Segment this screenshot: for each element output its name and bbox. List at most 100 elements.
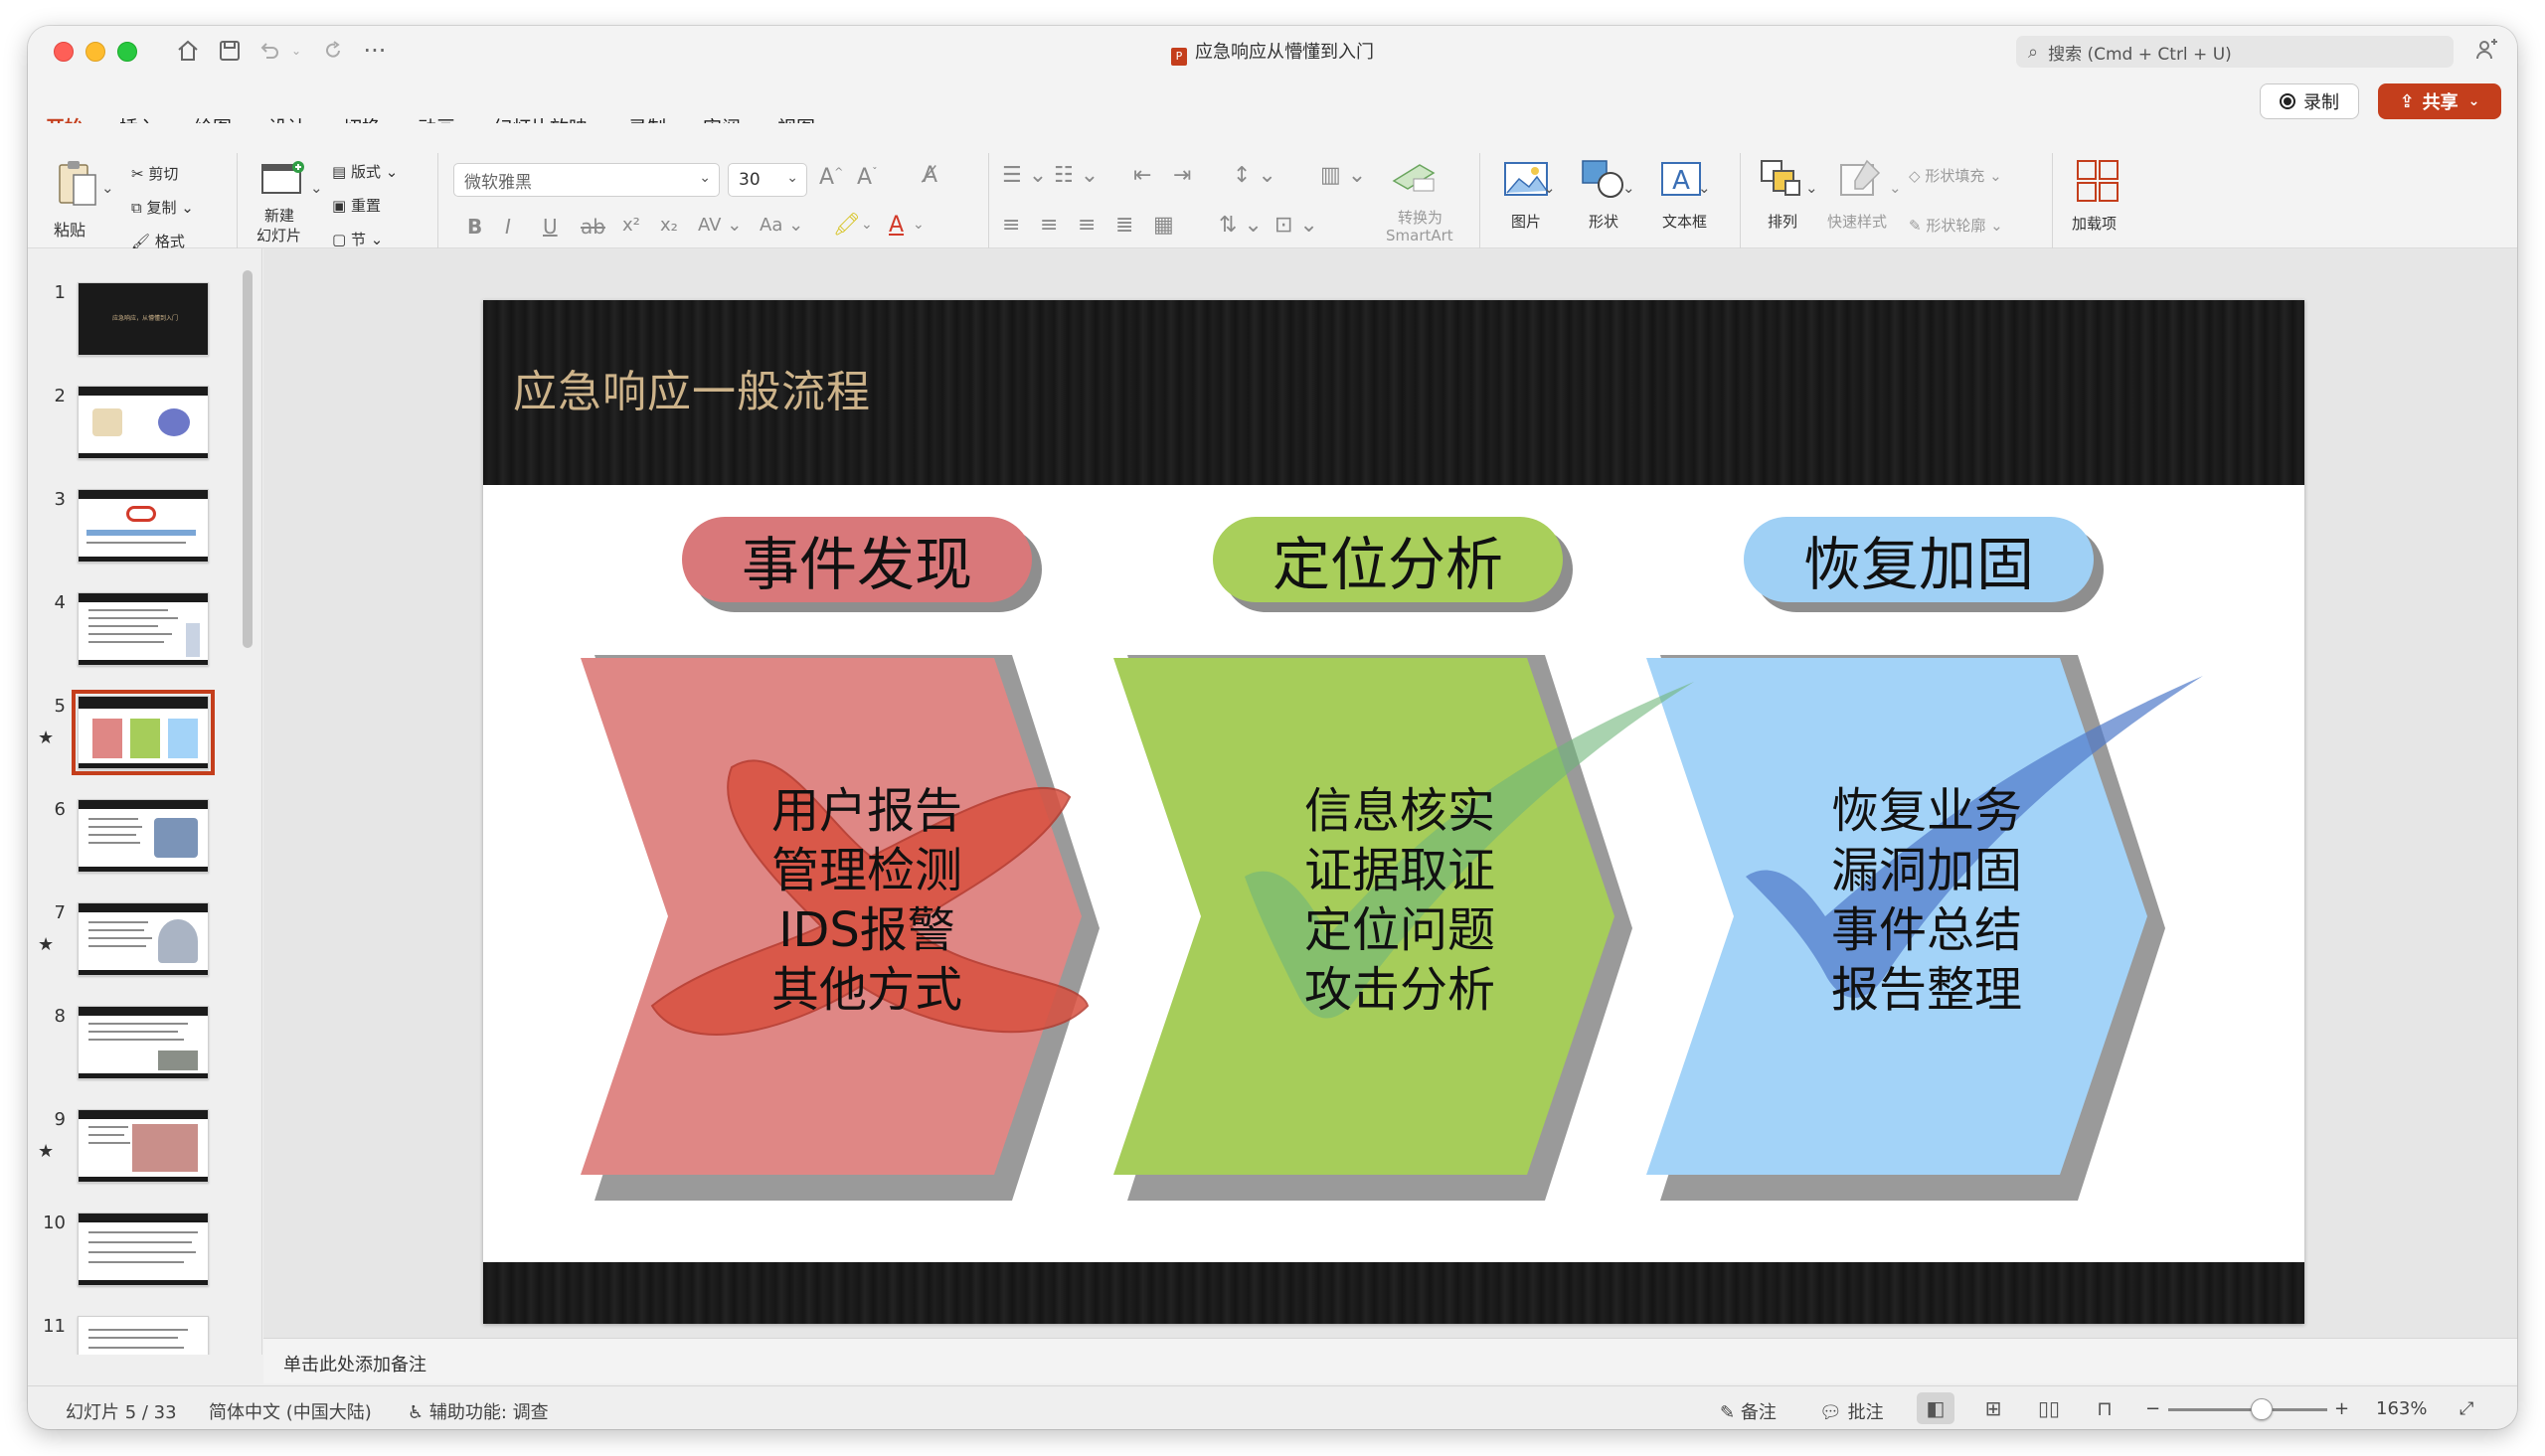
accessibility-button[interactable]: ♿︎ 辅助功能: 调查	[408, 1398, 549, 1424]
fit-to-window-icon[interactable]: ⤢	[2460, 1398, 2473, 1419]
new-slide-chevron-icon[interactable]: ⌄	[310, 179, 323, 197]
shape-button[interactable]: 形状	[1573, 159, 1642, 248]
step-2-pill[interactable]: 定位分析	[1213, 517, 1563, 602]
decrease-font-size-icon[interactable]: Aˇ	[857, 165, 878, 190]
more-icon[interactable]: ···	[360, 36, 390, 66]
paste-chevron-icon[interactable]: ⌄	[101, 179, 114, 197]
slide-thumbnail-9[interactable]	[78, 1109, 209, 1183]
increase-font-size-icon[interactable]: A^	[819, 165, 843, 190]
comments-button[interactable]: 💬︎ 批注	[1819, 1398, 1884, 1424]
normal-view-button[interactable]: ◧	[1917, 1392, 1954, 1424]
zoom-slider-handle[interactable]	[2251, 1398, 2273, 1420]
slide-thumbnail-5[interactable]	[72, 690, 215, 775]
zoom-out-button[interactable]: −	[2145, 1398, 2160, 1419]
arrange-button[interactable]: 排列	[1754, 159, 1813, 248]
record-button[interactable]: 录制	[2260, 83, 2359, 119]
minimize-window-button[interactable]	[85, 42, 105, 62]
paste-button[interactable]: 粘贴	[48, 159, 107, 244]
step-2-items[interactable]: 信息核实 证据取证 定位问题 攻击分析	[1290, 781, 1509, 1020]
notes-toggle-button[interactable]: ✎ 备注	[1720, 1398, 1777, 1424]
reading-view-button[interactable]: ▯▯	[2030, 1392, 2068, 1424]
increase-indent-icon[interactable]: ⇥	[1173, 163, 1191, 188]
slide-thumbnail-7[interactable]	[78, 902, 209, 976]
shape-fill-button[interactable]: ◇ 形状填充 ⌄	[1909, 165, 2002, 186]
step-1-items[interactable]: 用户报告 管理检测 IDS报警 其他方式	[758, 781, 976, 1020]
step-3-items[interactable]: 恢复业务 漏洞加固 事件总结 报告整理	[1817, 781, 2036, 1020]
font-size-select[interactable]: 30 ⌄	[728, 163, 807, 197]
close-window-button[interactable]	[54, 42, 74, 62]
section-button[interactable]: ▢ 节 ⌄	[332, 229, 383, 249]
align-left-icon[interactable]: ≡	[1002, 213, 1020, 238]
step-3-pill[interactable]: 恢复加固	[1744, 517, 2094, 602]
convert-to-smartart-button[interactable]: 转换为 SmartArt	[1372, 159, 1461, 248]
highlight-icon[interactable]: 🖍	[833, 213, 861, 238]
bullets-icon[interactable]: ☰ ⌄	[1002, 163, 1047, 188]
slide-thumbnail-11[interactable]	[78, 1316, 209, 1355]
align-right-icon[interactable]: ≡	[1078, 213, 1096, 238]
picture-chevron-icon[interactable]: ⌄	[1543, 179, 1556, 197]
redo-icon[interactable]	[318, 36, 348, 66]
decrease-indent-icon[interactable]: ⇤	[1133, 163, 1151, 188]
home-icon[interactable]	[173, 36, 203, 66]
character-spacing-icon[interactable]: AV ⌄	[698, 215, 742, 236]
save-icon[interactable]	[215, 36, 245, 66]
numbering-icon[interactable]: ☷ ⌄	[1054, 163, 1099, 188]
shape-chevron-icon[interactable]: ⌄	[1622, 179, 1635, 197]
new-slide-button[interactable]: 新建 幻灯片	[251, 159, 316, 244]
textbox-button[interactable]: A 文本框	[1648, 159, 1728, 248]
columns-icon[interactable]: ▥ ⌄	[1320, 163, 1366, 188]
justify-icon[interactable]: ≣	[1115, 213, 1133, 238]
underline-icon[interactable]: U	[543, 215, 558, 239]
font-color-chevron-icon[interactable]: ⌄	[913, 217, 925, 233]
textbox-chevron-icon[interactable]: ⌄	[1698, 179, 1711, 197]
zoom-in-button[interactable]: +	[2334, 1398, 2349, 1419]
slide-thumbnail-3[interactable]	[78, 489, 209, 563]
share-people-icon[interactable]	[2475, 38, 2499, 68]
align-text-icon[interactable]: ⊡ ⌄	[1274, 213, 1318, 238]
step-1-pill[interactable]: 事件发现	[682, 517, 1032, 602]
line-spacing-icon[interactable]: ↕ ⌄	[1233, 163, 1276, 188]
slide-thumbnail-4[interactable]	[78, 592, 209, 666]
italic-icon[interactable]: I	[505, 215, 511, 239]
slide-thumbnail-6[interactable]	[78, 799, 209, 873]
shape-outline-button[interactable]: ✎ 形状轮廓 ⌄	[1909, 215, 2003, 236]
slide-thumbnail-8[interactable]	[78, 1006, 209, 1079]
slide-thumbnail-2[interactable]	[78, 386, 209, 459]
reset-button[interactable]: ▣ 重置	[332, 195, 381, 216]
zoom-slider-track[interactable]	[2168, 1408, 2327, 1411]
quick-styles-chevron-icon[interactable]: ⌄	[1889, 179, 1902, 197]
text-direction-icon[interactable]: ⇅ ⌄	[1219, 213, 1263, 238]
subscript-icon[interactable]: x₂	[660, 215, 678, 236]
align-center-icon[interactable]: ≡	[1040, 213, 1058, 238]
cut-button[interactable]: ✂ 剪切	[131, 163, 178, 184]
notes-pane[interactable]: 单击此处添加备注	[263, 1338, 2517, 1383]
undo-dropdown-chevron-icon[interactable]: ⌄	[288, 36, 304, 66]
current-slide[interactable]: 应急响应一般流程 事件发现 定位分析 恢复加固 用户报告 管理检测 IDS报警 …	[483, 300, 2304, 1324]
bold-icon[interactable]: B	[467, 215, 482, 239]
font-name-select[interactable]: 微软雅黑 ⌄	[453, 163, 720, 197]
zoom-window-button[interactable]	[117, 42, 137, 62]
layout-button[interactable]: ▤ 版式 ⌄	[332, 161, 398, 182]
addins-button[interactable]: 加载项	[2064, 159, 2133, 248]
highlight-chevron-icon[interactable]: ⌄	[861, 217, 873, 233]
strikethrough-icon[interactable]: ab	[581, 215, 605, 239]
zoom-level[interactable]: 163%	[2376, 1398, 2427, 1419]
language-indicator[interactable]: 简体中文 (中国大陆)	[209, 1398, 372, 1424]
slide-sorter-view-button[interactable]: ⊞	[1974, 1392, 2012, 1424]
picture-button[interactable]: 图片	[1495, 159, 1565, 248]
search-box[interactable]: ⌕ 搜索 (Cmd + Ctrl + U)	[2016, 36, 2454, 68]
quick-styles-button[interactable]: 快速样式	[1825, 159, 1901, 248]
clear-formatting-icon[interactable]: A̸	[923, 163, 937, 188]
superscript-icon[interactable]: x²	[622, 215, 640, 236]
arrange-chevron-icon[interactable]: ⌄	[1805, 179, 1818, 197]
slideshow-view-button[interactable]: ⊓	[2086, 1392, 2123, 1424]
font-color-icon[interactable]: A	[889, 213, 904, 238]
change-case-icon[interactable]: Aa ⌄	[760, 215, 803, 236]
undo-icon[interactable]	[254, 36, 284, 66]
slide-thumbnail-10[interactable]	[78, 1213, 209, 1286]
slide-thumbnail-1[interactable]: 应急响应，从懵懂到入门	[78, 282, 209, 356]
share-button[interactable]: ⇪ 共享 ⌄	[2378, 83, 2501, 119]
copy-button[interactable]: ⧉ 复制 ⌄	[131, 197, 194, 218]
thumbnail-scrollbar[interactable]	[243, 270, 253, 648]
distributed-icon[interactable]: ▦	[1153, 213, 1174, 238]
